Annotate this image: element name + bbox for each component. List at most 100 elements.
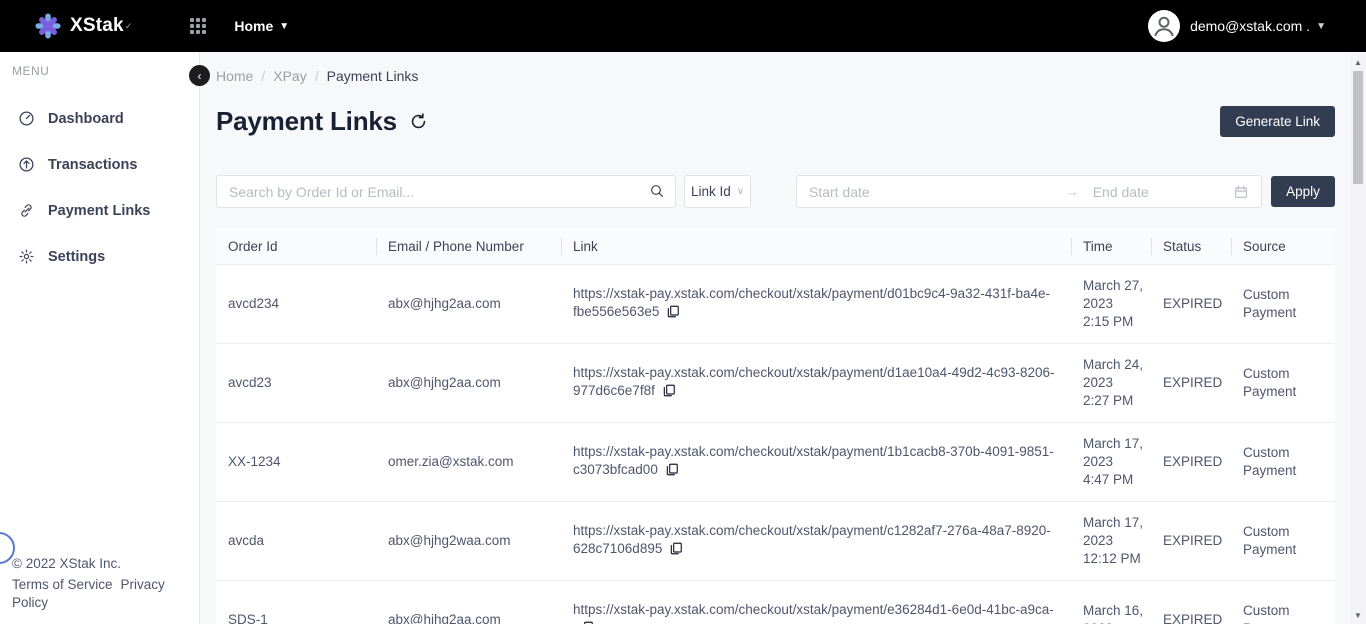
apps-grid-icon[interactable] xyxy=(190,18,206,34)
date-text: March 17, 2023 xyxy=(1083,435,1155,471)
link-cell: https://xstak-pay.xstak.com/checkout/xst… xyxy=(561,591,1071,624)
date-text: March 16, 2023 xyxy=(1083,602,1155,624)
sidebar-item-label: Settings xyxy=(48,249,105,265)
top-navbar: XStak✓ Home ▼ demo@xstak.com . ▼ xyxy=(0,0,1366,52)
breadcrumb-current: Payment Links xyxy=(327,68,419,84)
status-badge: EXPIRED xyxy=(1151,285,1231,323)
scrollbar-thumb[interactable] xyxy=(1353,71,1363,184)
source-cell: Custom Payment xyxy=(1231,592,1335,624)
user-email: demo@xstak.com . xyxy=(1190,18,1310,34)
breadcrumb-home[interactable]: Home xyxy=(216,68,253,84)
home-menu[interactable]: Home ▼ xyxy=(234,18,289,34)
column-header-order-id: Order Id xyxy=(216,228,376,264)
user-menu[interactable]: demo@xstak.com . ▼ xyxy=(1148,10,1326,42)
payment-link-url: https://xstak-pay.xstak.com/checkout/xst… xyxy=(573,523,1051,556)
sidebar-item-transactions[interactable]: Transactions xyxy=(0,146,199,183)
sidebar-footer: © 2022 XStak Inc. Terms of ServicePrivac… xyxy=(0,546,199,624)
terms-of-service-link[interactable]: Terms of Service xyxy=(12,577,113,592)
chevron-down-icon: ∨ xyxy=(737,186,744,197)
end-date-placeholder[interactable]: End date xyxy=(1093,184,1149,200)
home-menu-label: Home xyxy=(234,18,273,34)
status-badge: EXPIRED xyxy=(1151,601,1231,624)
link-cell: https://xstak-pay.xstak.com/checkout/xst… xyxy=(561,433,1071,492)
status-badge: EXPIRED xyxy=(1151,522,1231,560)
order-id-cell: avcd234 xyxy=(216,285,376,323)
link-cell: https://xstak-pay.xstak.com/checkout/xst… xyxy=(561,354,1071,413)
xstak-logo[interactable]: XStak✓ xyxy=(34,12,132,40)
email-cell: abx@hjhg2waa.com xyxy=(376,522,561,560)
search-icon[interactable] xyxy=(649,183,665,204)
brand-trademark-tick: ✓ xyxy=(125,21,133,32)
source-cell: Custom Payment xyxy=(1231,513,1335,569)
date-text: March 24, 2023 xyxy=(1083,356,1155,392)
time-cell: March 27, 20232:15 PM xyxy=(1071,267,1151,341)
status-badge: EXPIRED xyxy=(1151,443,1231,481)
email-cell: abx@hjhg2aa.com xyxy=(376,285,561,323)
filter-bar: Link Id ∨ Start date → End date Apply xyxy=(216,175,1335,208)
source-text: Custom Payment xyxy=(1243,523,1307,559)
copy-icon[interactable] xyxy=(669,541,683,561)
person-icon xyxy=(1149,11,1179,41)
source-text: Custom Payment xyxy=(1243,365,1307,401)
transactions-icon xyxy=(18,156,35,173)
payment-links-table: Order Id Email / Phone Number Link Time … xyxy=(216,228,1335,624)
time-cell: March 17, 202312:12 PM xyxy=(1071,504,1151,578)
email-cell: abx@hjhg2aa.com xyxy=(376,364,561,402)
start-date-placeholder[interactable]: Start date xyxy=(809,184,870,200)
sidebar-collapse-button[interactable]: ‹ xyxy=(189,65,210,86)
copy-icon[interactable] xyxy=(665,462,679,482)
avatar xyxy=(1148,10,1180,42)
source-text: Custom Payment xyxy=(1243,444,1307,480)
link-icon xyxy=(18,202,35,219)
sidebar-item-label: Transactions xyxy=(48,157,137,173)
order-id-cell: XX-1234 xyxy=(216,443,376,481)
generate-link-button[interactable]: Generate Link xyxy=(1220,106,1335,137)
xstak-logo-icon xyxy=(34,12,62,40)
time-cell: March 24, 20232:27 PM xyxy=(1071,346,1151,420)
email-cell: omer.zia@xstak.com xyxy=(376,443,561,481)
range-arrow-icon: → xyxy=(1066,184,1079,199)
copy-icon[interactable] xyxy=(580,620,594,624)
menu-section-label: MENU xyxy=(0,52,199,78)
status-badge: EXPIRED xyxy=(1151,364,1231,402)
source-text: Custom Payment xyxy=(1243,286,1307,322)
chevron-down-icon: ▼ xyxy=(1316,21,1326,32)
sidebar-item-payment-links[interactable]: Payment Links xyxy=(0,192,199,229)
column-header-time: Time xyxy=(1071,228,1151,264)
clock-text: 4:47 PM xyxy=(1083,471,1155,489)
date-range-picker[interactable]: Start date → End date xyxy=(796,175,1262,208)
main-content: ‹ Home / XPay / Payment Links Payment Li… xyxy=(200,52,1366,624)
table-row: SDS-1 abx@hjhg2aa.com https://xstak-pay.… xyxy=(216,581,1335,624)
chevron-down-icon: ▼ xyxy=(279,21,289,32)
breadcrumb-separator: / xyxy=(261,68,265,84)
time-cell: March 17, 20234:47 PM xyxy=(1071,425,1151,499)
brand-name: XStak xyxy=(70,15,124,37)
breadcrumb: Home / XPay / Payment Links xyxy=(216,68,1335,84)
vertical-scrollbar[interactable]: ▲ ▼ xyxy=(1350,54,1366,624)
apply-button[interactable]: Apply xyxy=(1271,176,1335,207)
link-type-selected: Link Id xyxy=(691,184,731,199)
search-input[interactable] xyxy=(216,175,676,208)
scroll-up-arrow[interactable]: ▲ xyxy=(1350,58,1366,67)
copy-icon[interactable] xyxy=(666,304,680,324)
link-type-select[interactable]: Link Id ∨ xyxy=(684,175,751,208)
sidebar-item-settings[interactable]: Settings xyxy=(0,238,199,275)
email-cell: abx@hjhg2aa.com xyxy=(376,601,561,624)
clock-text: 2:27 PM xyxy=(1083,392,1155,410)
table-body: avcd234 abx@hjhg2aa.com https://xstak-pa… xyxy=(216,265,1335,624)
copy-icon[interactable] xyxy=(662,383,676,403)
breadcrumb-xpay[interactable]: XPay xyxy=(273,68,306,84)
sidebar-item-label: Dashboard xyxy=(48,111,124,127)
source-cell: Custom Payment xyxy=(1231,355,1335,411)
scroll-down-arrow[interactable]: ▼ xyxy=(1350,611,1366,620)
table-row: avcda abx@hjhg2waa.com https://xstak-pay… xyxy=(216,502,1335,581)
source-cell: Custom Payment xyxy=(1231,276,1335,332)
order-id-cell: avcda xyxy=(216,522,376,560)
column-header-link: Link xyxy=(561,228,1071,264)
table-row: XX-1234 omer.zia@xstak.com https://xstak… xyxy=(216,423,1335,502)
calendar-icon xyxy=(1233,184,1249,200)
link-cell: https://xstak-pay.xstak.com/checkout/xst… xyxy=(561,275,1071,334)
refresh-icon[interactable] xyxy=(409,112,428,131)
column-header-status: Status xyxy=(1151,228,1231,264)
sidebar-item-dashboard[interactable]: Dashboard xyxy=(0,100,199,137)
